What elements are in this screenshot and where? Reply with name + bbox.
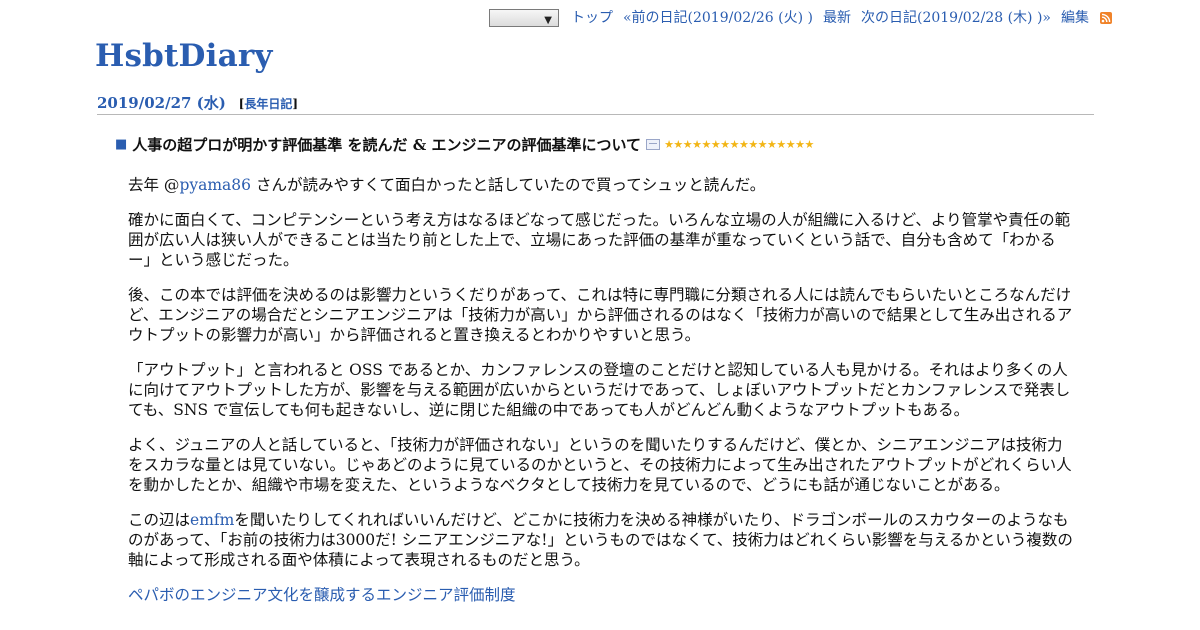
nav-latest-link[interactable]: 最新 xyxy=(823,8,851,28)
site-title[interactable]: HsbtDiary xyxy=(95,38,273,74)
day-date-link[interactable]: 2019/02/27 (水) xyxy=(97,94,226,112)
paragraph-text: この辺は xyxy=(128,511,191,529)
section-square-icon: ■ xyxy=(115,137,128,152)
paragraph: 「アウトプット」と言われると OSS であるとか、カンファレンスの登壇のことだけ… xyxy=(128,361,1071,419)
category-link[interactable]: 長年日記 xyxy=(244,97,292,111)
pepabo-evaluation-link[interactable]: ペパボのエンジニア文化を醸成するエンジニア評価制度 xyxy=(128,586,516,604)
paragraph: 確かに面白くて、コンピテンシーという考え方はなるほどなって感じだった。いろんな立… xyxy=(128,211,1071,269)
section-title: 人事の超プロが明かす評価基準 を読んだ & エンジニアの評価基準について xyxy=(132,136,642,154)
emfm-link[interactable]: emfm xyxy=(190,511,234,529)
day-header: 2019/02/27 (水) [長年日記] xyxy=(97,92,1094,115)
section-body: 去年 @pyama86 さんが読みやすくて面白かったと話していたので買ってシュッ… xyxy=(128,175,1076,620)
paragraph: よく、ジュニアの人と話していると、「技術力が評価されない」というのを聞いたりする… xyxy=(128,436,1072,494)
paragraph: この辺はemfmを聞いたりしてくれればいいんだけど、どこかに技術力を決める神様が… xyxy=(128,510,1076,570)
chevron-down-icon: ▼ xyxy=(544,15,552,26)
diary-select-dropdown[interactable]: ▼ xyxy=(488,9,559,27)
bookmark-icon[interactable] xyxy=(646,139,661,150)
paragraph-text: を聞いたりしてくれればいいんだけど、どこかに技術力を決める神様がいたり、ドラゴン… xyxy=(128,511,1073,569)
paragraph: 去年 @pyama86 さんが読みやすくて面白かったと話していたので買ってシュッ… xyxy=(128,175,1076,195)
rss-feed-icon[interactable] xyxy=(1100,12,1112,24)
paragraph-text: さんが読みやすくて面白かったと話していたので買ってシュッと読んだ。 xyxy=(251,176,766,194)
paragraph-text: 去年 @ xyxy=(128,176,180,194)
day-category: [長年日記] xyxy=(239,97,298,111)
hatena-star-icons[interactable]: ★★★★★★★★★★★★★★★★ xyxy=(664,138,814,151)
category-bracket-close: ] xyxy=(292,97,299,111)
user-link-pyama86[interactable]: pyama86 xyxy=(179,176,251,194)
nav-top-link[interactable]: トップ xyxy=(571,8,613,28)
section-heading: ■ 人事の超プロが明かす評価基準 を読んだ & エンジニアの評価基準について ★… xyxy=(115,134,814,155)
paragraph: 後、この本では評価を決めるのは影響力というくだりがあって、これは特に専門職に分類… xyxy=(128,286,1073,344)
top-navigation: ▼ トップ «前の日記(2019/02/26 (火) ) 最新 次の日記(201… xyxy=(488,8,1112,28)
nav-prev-diary-link[interactable]: «前の日記(2019/02/26 (火) ) xyxy=(623,8,813,28)
nav-next-diary-link[interactable]: 次の日記(2019/02/28 (木) )» xyxy=(861,8,1051,28)
nav-edit-link[interactable]: 編集 xyxy=(1061,8,1089,28)
paragraph: ペパボのエンジニア文化を醸成するエンジニア評価制度 xyxy=(128,585,1076,605)
